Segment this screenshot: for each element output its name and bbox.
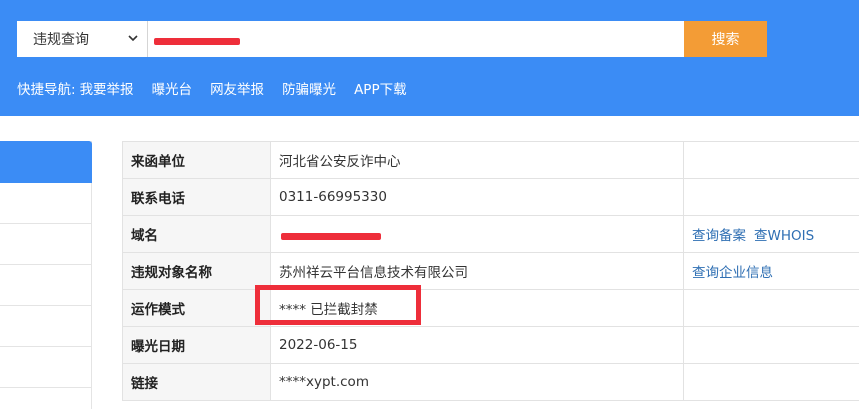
search-category-select[interactable]: 违规查询	[17, 21, 148, 57]
table-row: 违规对象名称 苏州祥云平台信息技术有限公司 查询企业信息	[122, 252, 859, 290]
sidebar-item[interactable]	[0, 224, 92, 265]
table-row: 联系电话 0311-66995330	[122, 178, 859, 216]
row-value-link: ****xypt.com	[270, 363, 684, 401]
search-category-value: 违规查询	[33, 32, 89, 48]
sidebar-item[interactable]	[0, 265, 92, 306]
row-value-phone: 0311-66995330	[270, 178, 684, 216]
search-button[interactable]: 搜索	[684, 21, 767, 57]
table-row: 链接 ****xypt.com	[122, 363, 859, 401]
row-actions-empty	[683, 141, 859, 179]
annotation-highlight-box	[255, 285, 421, 325]
quick-navigation: 快捷导航: 我要举报 曝光台 网友举报 防骗曝光 APP下载	[17, 78, 425, 98]
table-row: 运作模式 **** 已拦截封禁	[122, 289, 859, 327]
row-actions-domain: 查询备案 查WHOIS	[683, 215, 859, 253]
top-header: 违规查询 搜索 快捷导航: 我要举报 曝光台 网友举报 防骗曝光 APP下载	[0, 0, 859, 116]
quicknav-label: 快捷导航:	[17, 82, 76, 98]
row-value-domain	[270, 215, 684, 253]
row-value-sender: 河北省公安反诈中心	[270, 141, 684, 179]
sidebar	[0, 141, 92, 409]
row-key-link: 链接	[122, 363, 271, 401]
sidebar-item[interactable]	[0, 347, 92, 388]
row-key-domain: 域名	[122, 215, 271, 253]
quicknav-link-user-reports[interactable]: 网友举报	[210, 78, 264, 98]
table-row: 域名 查询备案 查WHOIS	[122, 215, 859, 253]
row-key-mode: 运作模式	[122, 289, 271, 327]
lookup-icp-link[interactable]: 查询备案	[692, 228, 746, 244]
lookup-whois-link[interactable]: 查WHOIS	[754, 228, 814, 244]
redaction-mark	[281, 233, 381, 240]
row-value-target: 苏州祥云平台信息技术有限公司	[270, 252, 684, 290]
chevron-down-icon	[128, 35, 138, 42]
row-key-phone: 联系电话	[122, 178, 271, 216]
row-key-date: 曝光日期	[122, 326, 271, 364]
row-actions-empty	[683, 363, 859, 401]
row-actions-empty	[683, 289, 859, 327]
sidebar-item[interactable]	[0, 306, 92, 347]
quicknav-link-app-download[interactable]: APP下载	[354, 78, 407, 98]
sidebar-item-active[interactable]	[0, 141, 92, 183]
sidebar-item[interactable]	[0, 183, 92, 224]
row-value-date: 2022-06-15	[270, 326, 684, 364]
row-actions-target: 查询企业信息	[683, 252, 859, 290]
table-row: 曝光日期 2022-06-15	[122, 326, 859, 364]
details-table: 来函单位 河北省公安反诈中心 联系电话 0311-66995330 域名 查询备…	[122, 141, 859, 401]
row-key-sender: 来函单位	[122, 141, 271, 179]
quicknav-link-anti-fraud[interactable]: 防骗曝光	[282, 78, 336, 98]
row-actions-empty	[683, 178, 859, 216]
quicknav-link-report[interactable]: 我要举报	[80, 78, 134, 98]
row-actions-empty	[683, 326, 859, 364]
redaction-mark	[154, 38, 240, 45]
search-bar: 违规查询 搜索	[17, 21, 767, 57]
lookup-company-link[interactable]: 查询企业信息	[692, 265, 773, 281]
table-row: 来函单位 河北省公安反诈中心	[122, 141, 859, 179]
quicknav-link-exposure[interactable]: 曝光台	[152, 78, 193, 98]
search-input[interactable]	[148, 21, 684, 57]
row-key-target: 违规对象名称	[122, 252, 271, 290]
